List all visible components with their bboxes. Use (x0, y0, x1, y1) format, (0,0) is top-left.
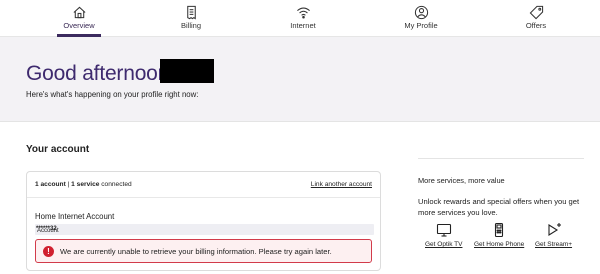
nav-label-overview: Overview (63, 21, 95, 30)
account-number-label: Account (37, 228, 59, 234)
nav-item-offers[interactable]: Offers (491, 0, 581, 37)
greeting-heading: Good afternoon (26, 62, 170, 85)
get-stream-plus-label: Get Stream+ (535, 241, 573, 248)
get-home-phone-label: Get Home Phone (474, 241, 525, 248)
billing-error-alert: ! We are currently unable to retrieve yo… (35, 239, 372, 263)
nav-item-billing[interactable]: Billing (146, 0, 236, 37)
account-title: Home Internet Account (35, 212, 115, 221)
home-icon (73, 6, 85, 19)
more-services-divider (418, 158, 584, 159)
account-number-row: Account ******32 (35, 224, 374, 235)
get-home-phone-link[interactable]: Get Home Phone (474, 222, 524, 248)
account-number: Account ******32 (36, 226, 59, 234)
link-another-account-link[interactable]: Link another account (311, 181, 372, 188)
your-account-heading: Your account (26, 144, 90, 155)
profile-icon (414, 5, 428, 20)
bill-icon (186, 5, 196, 20)
top-nav: Overview Billing Internet My Profile Off… (0, 0, 600, 37)
nav-label-internet: Internet (290, 21, 316, 30)
get-optik-tv-label: Get Optik TV (425, 241, 463, 248)
wifi-icon (296, 7, 310, 19)
get-optik-tv-link[interactable]: Get Optik TV (425, 222, 462, 248)
more-services-description: Unlock rewards and special offers when y… (418, 197, 580, 217)
greeting-banner: Good afternoon Here's what's happening o… (0, 37, 600, 121)
account-count: 1 account (35, 181, 66, 188)
redacted-name (160, 59, 214, 83)
tv-icon (436, 223, 451, 237)
service-count: 1 service (71, 181, 100, 188)
nav-item-internet[interactable]: Internet (258, 0, 348, 37)
nav-label-my-profile: My Profile (404, 21, 438, 30)
account-card: 1 account | 1 service connected Link ano… (26, 171, 381, 271)
more-services-heading: More services, more value (418, 176, 505, 185)
account-card-header: 1 account | 1 service connected Link ano… (27, 172, 380, 198)
nav-item-overview[interactable]: Overview (34, 0, 124, 37)
tag-icon (529, 5, 543, 20)
home-phone-icon (495, 222, 504, 238)
account-service-count: 1 account | 1 service connected (35, 181, 132, 188)
connected-label: connected (101, 181, 132, 188)
greeting-subtitle: Here's what's happening on your profile … (26, 90, 199, 99)
section-divider (0, 121, 600, 122)
nav-label-offers: Offers (525, 21, 547, 30)
get-stream-plus-link[interactable]: Get Stream+ (535, 222, 572, 248)
billing-error-message: We are currently unable to retrieve your… (60, 247, 332, 256)
nav-item-my-profile[interactable]: My Profile (376, 0, 466, 37)
alert-exclamation-icon: ! (43, 246, 54, 257)
stream-plus-icon (547, 223, 561, 236)
nav-label-billing: Billing (180, 21, 201, 30)
